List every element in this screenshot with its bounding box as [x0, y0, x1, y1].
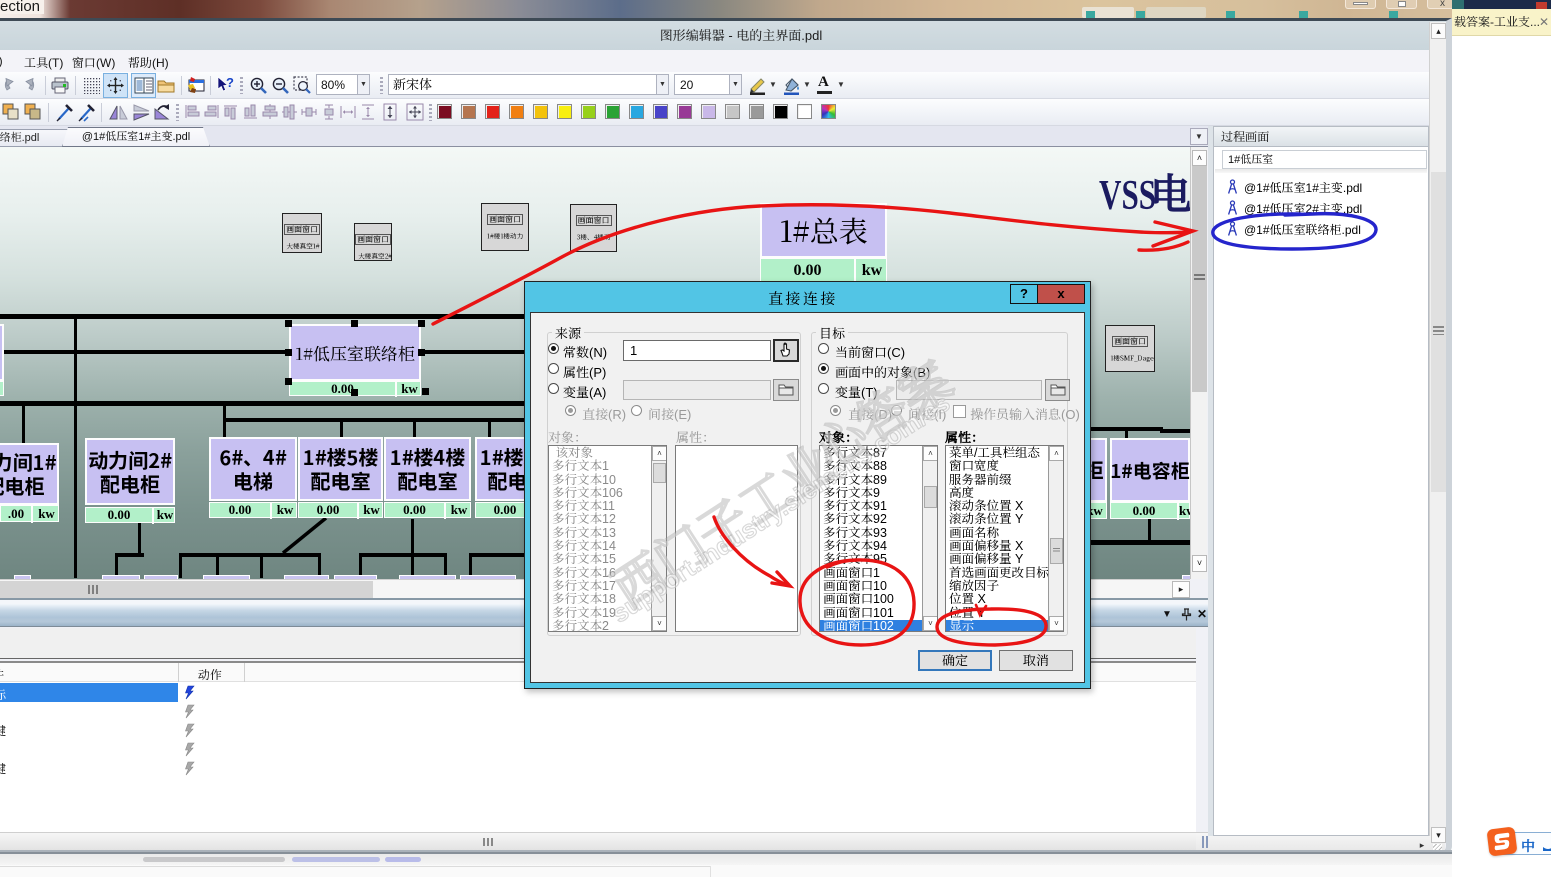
svg-text:?: ? [226, 76, 234, 90]
